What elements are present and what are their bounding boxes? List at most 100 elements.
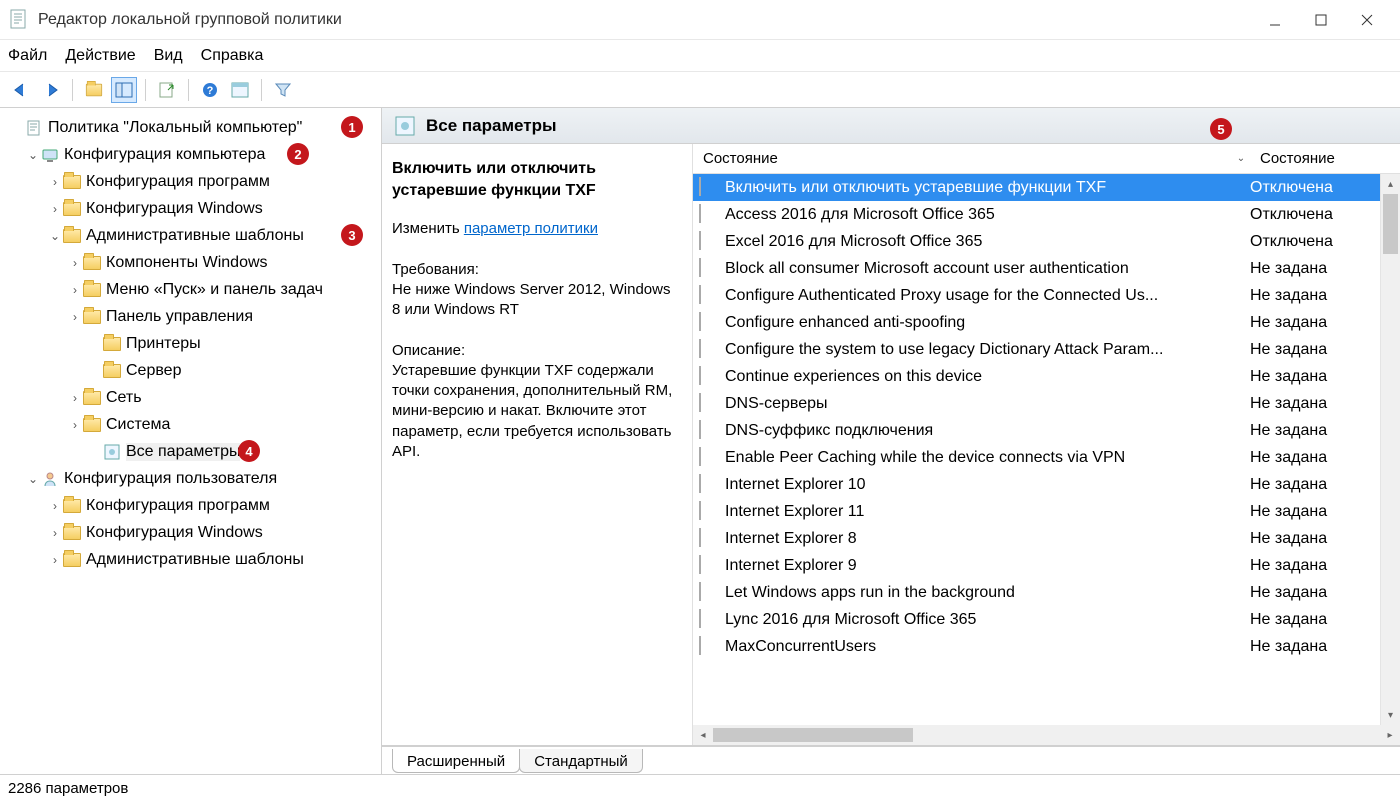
expander-closed-icon[interactable]: › [68, 256, 82, 270]
list-row[interactable]: Excel 2016 для Microsoft Office 365Отклю… [693, 228, 1380, 255]
tree-pane[interactable]: Политика "Локальный компьютер" 1 ⌄ Конфи… [0, 108, 382, 774]
tree-item[interactable]: ›Система [2, 411, 381, 438]
tree-item[interactable]: ›Конфигурация Windows [2, 195, 381, 222]
policy-item-icon [699, 610, 719, 630]
tree-item[interactable]: Сервер [2, 357, 381, 384]
tree-user-config[interactable]: ⌄Конфигурация пользователя [2, 465, 381, 492]
tree-item[interactable]: ›Конфигурация программ [2, 492, 381, 519]
row-state: Не задана [1250, 395, 1380, 413]
list-row[interactable]: Access 2016 для Microsoft Office 365Откл… [693, 201, 1380, 228]
toolbar: ? [0, 72, 1400, 108]
list-row[interactable]: Enable Peer Caching while the device con… [693, 444, 1380, 471]
scroll-thumb[interactable] [713, 728, 913, 742]
scroll-down-icon[interactable]: ▾ [1381, 705, 1400, 725]
show-tree-button[interactable] [111, 77, 137, 103]
expander-closed-icon[interactable]: › [68, 391, 82, 405]
scroll-up-icon[interactable]: ▴ [1381, 174, 1400, 194]
minimize-button[interactable] [1252, 0, 1298, 40]
row-state: Не задана [1250, 530, 1380, 548]
tree-item[interactable]: Принтеры [2, 330, 381, 357]
list-row[interactable]: MaxConcurrentUsersНе задана [693, 633, 1380, 660]
menu-file[interactable]: Файл [8, 47, 47, 65]
view-tabs: Расширенный Стандартный [382, 746, 1400, 774]
forward-button[interactable] [38, 77, 64, 103]
list-row[interactable]: Configure Authenticated Proxy usage for … [693, 282, 1380, 309]
policy-item-icon [699, 232, 719, 252]
svg-text:?: ? [207, 85, 214, 97]
tab-standard[interactable]: Стандартный [519, 749, 643, 773]
expander-open-icon[interactable]: ⌄ [48, 229, 62, 243]
tree-item[interactable]: ›Компоненты Windows [2, 249, 381, 276]
edit-policy-link[interactable]: параметр политики [464, 220, 598, 237]
policy-item-icon [699, 448, 719, 468]
menu-view[interactable]: Вид [154, 47, 183, 65]
properties-button[interactable] [227, 77, 253, 103]
close-button[interactable] [1344, 0, 1390, 40]
filter-button[interactable] [270, 77, 296, 103]
list-body[interactable]: Включить или отключить устаревшие функци… [693, 174, 1380, 725]
list-row[interactable]: Lync 2016 для Microsoft Office 365Не зад… [693, 606, 1380, 633]
back-button[interactable] [8, 77, 34, 103]
policy-item-icon [699, 205, 719, 225]
column-state[interactable]: Состояние [1250, 150, 1380, 167]
row-state: Не задана [1250, 287, 1380, 305]
help-button[interactable]: ? [197, 77, 223, 103]
expander-open-icon[interactable]: ⌄ [26, 472, 40, 486]
list-row[interactable]: Block all consumer Microsoft account use… [693, 255, 1380, 282]
row-name: Internet Explorer 8 [725, 530, 1250, 548]
tree-admin-templates[interactable]: ⌄Административные шаблоны 3 [2, 222, 381, 249]
tree-item[interactable]: ›Конфигурация Windows [2, 519, 381, 546]
list-row[interactable]: Internet Explorer 11Не задана [693, 498, 1380, 525]
vertical-scrollbar[interactable]: ▴ ▾ [1380, 174, 1400, 725]
up-button[interactable] [81, 77, 107, 103]
policy-item-icon [699, 259, 719, 279]
export-button[interactable] [154, 77, 180, 103]
tree-item[interactable]: ›Сеть [2, 384, 381, 411]
tree-item[interactable]: ›Панель управления [2, 303, 381, 330]
list-row[interactable]: DNS-серверыНе задана [693, 390, 1380, 417]
policy-item-icon [699, 313, 719, 333]
expander-closed-icon[interactable]: › [48, 499, 62, 513]
tree-item[interactable]: ›Административные шаблоны [2, 546, 381, 573]
menu-help[interactable]: Справка [201, 47, 264, 65]
menu-action[interactable]: Действие [65, 47, 135, 65]
list-row[interactable]: Internet Explorer 8Не задана [693, 525, 1380, 552]
expander-closed-icon[interactable]: › [48, 175, 62, 189]
tree-root[interactable]: Политика "Локальный компьютер" 1 [2, 114, 381, 141]
list-row[interactable]: Continue experiences on this deviceНе за… [693, 363, 1380, 390]
list-row[interactable]: Internet Explorer 9Не задана [693, 552, 1380, 579]
list-row[interactable]: Configure the system to use legacy Dicti… [693, 336, 1380, 363]
column-name[interactable]: Состояние [693, 150, 1232, 167]
maximize-button[interactable] [1298, 0, 1344, 40]
expander-closed-icon[interactable]: › [48, 202, 62, 216]
scroll-right-icon[interactable]: ▸ [1380, 730, 1400, 741]
tree-all-settings[interactable]: Все параметры 4 [2, 438, 381, 465]
list-row[interactable]: Включить или отключить устаревшие функци… [693, 174, 1380, 201]
tree-computer-config[interactable]: ⌄ Конфигурация компьютера 2 [2, 141, 381, 168]
user-icon [40, 469, 60, 489]
row-name: Excel 2016 для Microsoft Office 365 [725, 233, 1250, 251]
expander-closed-icon[interactable]: › [68, 283, 82, 297]
policy-item-icon [699, 367, 719, 387]
tree-item[interactable]: ›Меню «Пуск» и панель задач [2, 276, 381, 303]
list-row[interactable]: Let Windows apps run in the backgroundНе… [693, 579, 1380, 606]
expander-closed-icon[interactable]: › [68, 310, 82, 324]
row-state: Не задана [1250, 611, 1380, 629]
list-row[interactable]: Internet Explorer 10Не задана [693, 471, 1380, 498]
tree-item[interactable]: ›Конфигурация программ [2, 168, 381, 195]
scroll-thumb[interactable] [1383, 194, 1398, 254]
expander-closed-icon[interactable]: › [48, 526, 62, 540]
list-row[interactable]: DNS-суффикс подключенияНе задана [693, 417, 1380, 444]
tab-extended[interactable]: Расширенный [392, 749, 520, 773]
description-pane: Включить или отключить устаревшие функци… [382, 144, 692, 745]
horizontal-scrollbar[interactable]: ◂ ▸ [693, 725, 1400, 745]
folder-icon [62, 172, 82, 192]
row-name: Включить или отключить устаревшие функци… [725, 179, 1250, 197]
folder-icon [62, 496, 82, 516]
scroll-left-icon[interactable]: ◂ [693, 730, 713, 741]
expander-closed-icon[interactable]: › [68, 418, 82, 432]
list-header[interactable]: Состояние ⌄ Состояние [693, 144, 1400, 174]
list-row[interactable]: Configure enhanced anti-spoofingНе задан… [693, 309, 1380, 336]
expander-open-icon[interactable]: ⌄ [26, 148, 40, 162]
expander-closed-icon[interactable]: › [48, 553, 62, 567]
